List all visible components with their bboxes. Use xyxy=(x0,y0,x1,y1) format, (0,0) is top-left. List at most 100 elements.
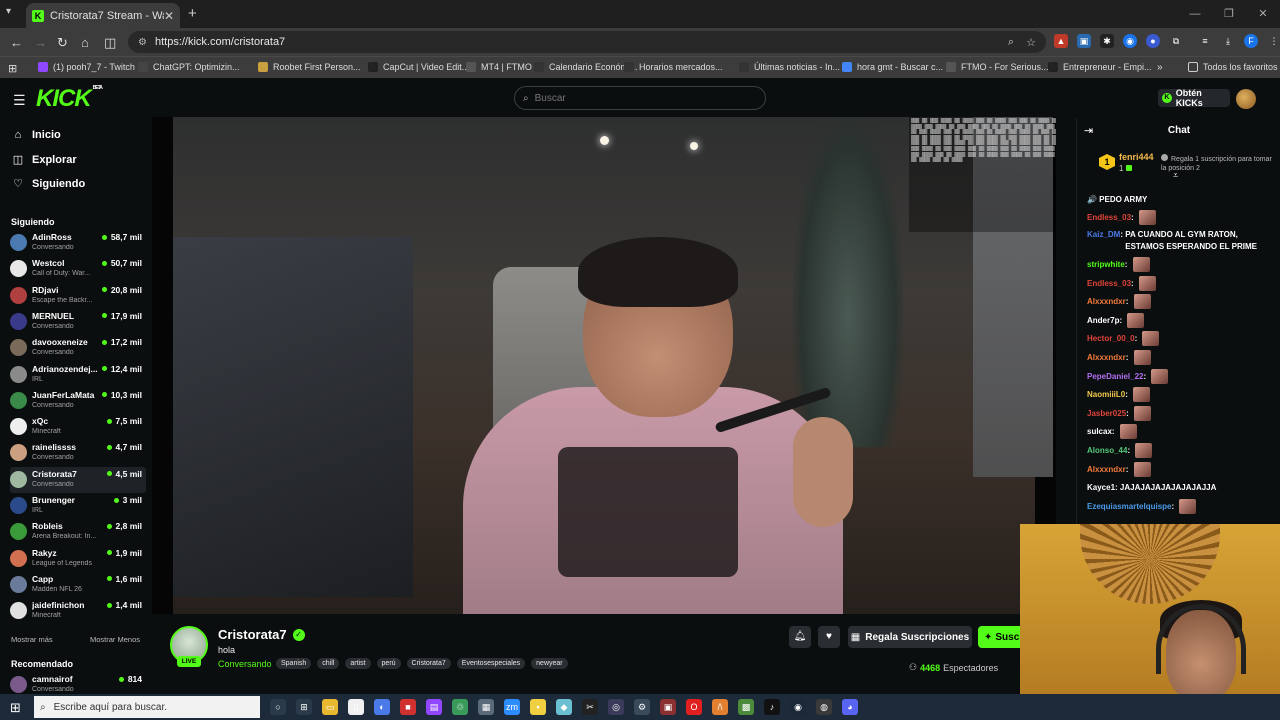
bookmarks-overflow-icon[interactable]: » xyxy=(1157,62,1163,73)
notes-icon[interactable]: ▪ xyxy=(530,699,546,715)
tag-chip[interactable]: newyear xyxy=(531,658,568,669)
kick-logo[interactable]: KICK BETA xyxy=(36,85,103,113)
bookmark-7[interactable]: Últimas noticias - In... xyxy=(739,62,840,72)
chat-username[interactable]: stripwhite xyxy=(1087,260,1125,269)
sidebar-channel[interactable]: Westcol Call of Duty: War... 50,7 mil xyxy=(10,256,146,282)
tag-chip[interactable]: Eventosespeciales xyxy=(456,658,526,669)
sidebar-channel[interactable]: JuanFerLaMata Conversando 10,3 mil xyxy=(10,388,146,414)
browser-tab-active[interactable]: K Cristorata7 Stream - Watch Live ✕ xyxy=(26,3,180,28)
sidebar-channel[interactable]: xQc Minecraft 7,5 mil xyxy=(10,414,146,440)
sidebar-channel[interactable]: jaidefinichon Minecraft 1,4 mil xyxy=(10,598,146,624)
chat-username[interactable]: sulcax xyxy=(1087,427,1112,436)
menu-icon[interactable]: ☰ xyxy=(13,92,26,109)
chat-username[interactable]: Ander7p xyxy=(1087,316,1119,325)
app-icon[interactable]: /\ xyxy=(712,699,728,715)
zoom-icon[interactable]: ⌕ xyxy=(1008,36,1014,49)
show-more-button[interactable]: Mostrar más xyxy=(11,635,53,644)
chat-username[interactable]: NaomiiiL0 xyxy=(1087,390,1125,399)
nav-inicio[interactable]: ⌂ Inicio xyxy=(12,129,61,141)
sidebar-channel[interactable]: Capp Madden NFL 26 1,6 mil xyxy=(10,572,146,598)
channel-name[interactable]: Cristorata7 xyxy=(218,627,287,642)
app-icon[interactable]: ◍ xyxy=(816,699,832,715)
obs-icon[interactable]: ◎ xyxy=(608,699,624,715)
user-avatar[interactable] xyxy=(1236,89,1256,109)
sidebar-channel[interactable]: rainelissss Conversando 4,7 mil xyxy=(10,440,146,466)
show-less-button[interactable]: Mostrar Menos xyxy=(90,635,140,644)
extension-icon[interactable]: ● xyxy=(1146,34,1160,48)
sidebar-channel[interactable]: Robleis Arena Breakout: In... 2,8 mil xyxy=(10,519,146,545)
minimize-icon[interactable]: — xyxy=(1178,0,1212,28)
new-tab-icon[interactable]: + xyxy=(188,5,197,22)
chat-username[interactable]: Alxxxndxr xyxy=(1087,297,1126,306)
gift-subs-button[interactable]: ▦ Regala Suscripciones xyxy=(848,626,972,648)
tiktok-icon[interactable]: ♪ xyxy=(764,699,780,715)
chat-username[interactable]: Kaiz_DM xyxy=(1087,229,1120,241)
tab-search-icon[interactable]: ▾ xyxy=(6,6,11,17)
reload-icon[interactable]: ↻ xyxy=(57,35,68,51)
chat-username[interactable]: Endless_03 xyxy=(1087,213,1131,222)
taskbar-search[interactable]: ⌕ Escribe aquí para buscar. xyxy=(34,696,260,718)
get-kicks-button[interactable]: K Obtén KICKs xyxy=(1158,88,1230,108)
apps-grid-icon[interactable]: ⊞ xyxy=(8,62,17,75)
discord-icon[interactable]: ◕ xyxy=(842,699,858,715)
reading-list-icon[interactable]: ≡ xyxy=(1198,34,1212,48)
capcut-icon[interactable]: ✂ xyxy=(582,699,598,715)
chat-username[interactable]: Endless_03 xyxy=(1087,279,1131,288)
chat-username[interactable]: Ezequiasmartelquispe xyxy=(1087,502,1171,511)
tag-chip[interactable]: Spanish xyxy=(276,658,312,669)
bookmark-8[interactable]: hora gmt - Buscar c... xyxy=(842,62,943,72)
bookmark-5[interactable]: Calendario Económi... xyxy=(534,62,638,72)
bookmark-1[interactable]: ChatGPT: Optimizin... xyxy=(138,62,240,72)
extensions-puzzle-icon[interactable]: ⧉ xyxy=(1169,34,1183,48)
tag-chip[interactable]: perú xyxy=(376,658,401,669)
chat-username[interactable]: Hector_00_0 xyxy=(1087,334,1135,343)
video-player[interactable]: ▒▒▒ ▒▒ ▒▒▒ ▒▒▒▒ ▒▒ ▒▒▒▒ ▒▒▒ ▒▒ ▒▒▒▒ ▒▒▒ … xyxy=(152,117,1056,614)
bookmark-0[interactable]: (1) pooh7_7 - Twitch xyxy=(38,62,135,72)
sidebar-channel[interactable]: MERNUEL Conversando 17,9 mil xyxy=(10,309,146,335)
recycle-icon[interactable]: ♲ xyxy=(452,699,468,715)
sidebar-channel[interactable]: Rakyz League of Legends 1,9 mil xyxy=(10,546,146,572)
bookmark-9[interactable]: FTMO - For Serious... xyxy=(946,62,1049,72)
bookmark-6[interactable]: Horarios mercados... xyxy=(624,62,723,72)
nav-siguiendo[interactable]: ♡ Siguiendo xyxy=(12,177,85,191)
back-icon[interactable]: ← xyxy=(10,35,23,50)
side-panel-icon[interactable]: ◫ xyxy=(104,35,116,51)
chat-username[interactable]: Jasber025 xyxy=(1087,409,1126,418)
tag-chip[interactable]: chill xyxy=(317,658,340,669)
sidebar-channel[interactable]: Cristorata7 Conversando 4,5 mil xyxy=(10,466,146,493)
extension-icon[interactable]: ▲ xyxy=(1054,34,1068,48)
task-view-icon[interactable]: ○ xyxy=(270,699,286,715)
leaderboard-user[interactable]: fenri444 xyxy=(1119,152,1154,162)
sidebar-channel[interactable]: RDjavi Escape the Backr... 20,8 mil xyxy=(10,283,146,309)
bookmark-2[interactable]: Roobet First Person... xyxy=(258,62,361,72)
nav-explorar[interactable]: ◫ Explorar xyxy=(12,153,77,167)
search-box[interactable]: ⌕ xyxy=(514,86,766,110)
folder-icon[interactable]: ▭ xyxy=(322,699,338,715)
bookmark-4[interactable]: MT4 | FTMO xyxy=(466,62,532,72)
bookmark-10[interactable]: Entrepreneur - Empi... xyxy=(1048,62,1152,72)
sidebar-channel[interactable]: Brunenger IRL 3 mil xyxy=(10,493,146,519)
expand-leaderboard-icon[interactable]: ⩡ xyxy=(1173,170,1178,181)
sidebar-channel[interactable]: Adrianozendej... IRL 12,4 mil xyxy=(10,362,146,388)
steam-icon[interactable]: ◉ xyxy=(790,699,806,715)
file-icon[interactable]: ▯ xyxy=(348,699,364,715)
red-app-icon[interactable]: ■ xyxy=(400,699,416,715)
tag-chip[interactable]: Cristorata7 xyxy=(406,658,451,669)
settings-icon[interactable]: ⚙ xyxy=(634,699,650,715)
follow-heart-icon[interactable]: ♥ xyxy=(818,626,840,648)
extension-icon[interactable]: ▣ xyxy=(1077,34,1091,48)
extension-icon[interactable]: ✱ xyxy=(1100,34,1114,48)
copilot-icon[interactable]: ◐ xyxy=(374,699,390,715)
app-icon[interactable]: ◆ xyxy=(556,699,572,715)
sidebar-channel[interactable]: davooxeneize Conversando 17,2 mil xyxy=(10,335,146,361)
extension-icon[interactable]: ◉ xyxy=(1123,34,1137,48)
notification-bell-icon[interactable]: 🔔︎ xyxy=(789,626,811,648)
close-window-icon[interactable]: ✕ xyxy=(1246,0,1280,28)
all-favorites[interactable]: Todos los favoritos xyxy=(1188,62,1278,72)
download-icon[interactable]: ⤓ xyxy=(1221,34,1235,48)
chat-username[interactable]: Alxxxndxr xyxy=(1087,353,1126,362)
widgets-icon[interactable]: ⊞ xyxy=(296,699,312,715)
site-info-icon[interactable]: ⚙ xyxy=(138,37,147,48)
chat-username[interactable]: Alonso_44 xyxy=(1087,446,1127,455)
zoom-icon[interactable]: zm xyxy=(504,699,520,715)
